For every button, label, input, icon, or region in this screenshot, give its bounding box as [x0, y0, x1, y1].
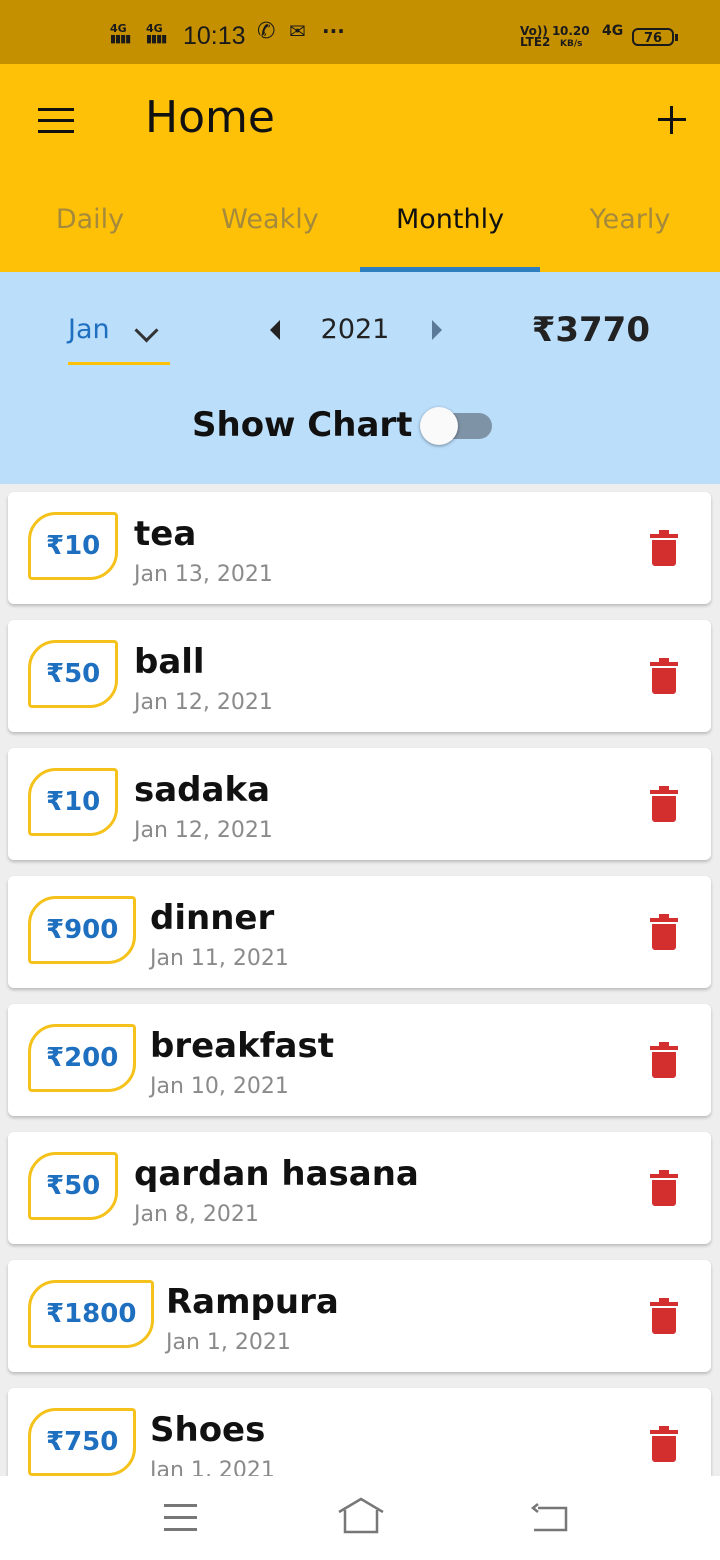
amount-badge: ₹50	[28, 1152, 119, 1220]
chevron-down-icon	[134, 318, 159, 343]
volte-indicator: Vo)) 1 LTE2	[520, 24, 561, 49]
item-title: sadaka	[134, 770, 271, 810]
item-title: Shoes	[150, 1410, 266, 1450]
item-title: ball	[134, 642, 205, 682]
app-bar	[0, 64, 720, 272]
list-item[interactable]: ₹200 breakfast Jan 10, 2021	[8, 1004, 711, 1116]
network-type: 4G	[602, 23, 624, 39]
item-title: breakfast	[150, 1026, 334, 1066]
toggle-knob[interactable]	[420, 407, 458, 445]
network-speed: 0.20 KB/s	[560, 24, 590, 49]
status-time: 10:13	[183, 22, 246, 50]
more-notifications: ···	[322, 19, 345, 43]
expense-list[interactable]: ₹10 tea Jan 13, 2021 ₹50 ball Jan 12, 20…	[0, 484, 720, 1476]
delete-icon[interactable]	[650, 1042, 678, 1078]
month-dropdown-value: Jan	[68, 314, 110, 345]
delete-icon[interactable]	[650, 1170, 678, 1206]
delete-icon[interactable]	[650, 530, 678, 566]
signal-1-icon: 4G ▮▮▮▮	[110, 22, 131, 45]
add-expense-button[interactable]	[656, 104, 688, 136]
year-label: 2021	[320, 314, 390, 345]
battery-icon: 76	[632, 28, 678, 46]
item-date: Jan 8, 2021	[134, 1202, 259, 1227]
tab-weakly[interactable]: Weakly	[180, 204, 360, 235]
amount-badge: ₹10	[28, 512, 119, 580]
item-date: Jan 11, 2021	[150, 946, 289, 971]
filter-panel	[0, 272, 720, 484]
item-date: Jan 1, 2021	[150, 1458, 275, 1476]
show-chart-label: Show Chart	[192, 405, 413, 445]
previous-year-button[interactable]	[270, 320, 280, 340]
page-title: Home	[145, 92, 275, 143]
amount-badge: ₹200	[28, 1024, 137, 1092]
amount-badge: ₹1800	[28, 1280, 155, 1348]
delete-icon[interactable]	[650, 658, 678, 694]
item-title: tea	[134, 514, 197, 554]
month-dropdown[interactable]: Jan	[68, 312, 170, 365]
item-title: Rampura	[166, 1282, 339, 1322]
system-nav-bar	[0, 1476, 720, 1560]
list-item[interactable]: ₹10 sadaka Jan 12, 2021	[8, 748, 711, 860]
amount-badge: ₹900	[28, 896, 137, 964]
tab-daily[interactable]: Daily	[0, 204, 180, 235]
whatsapp-icon: ✆	[257, 19, 276, 44]
amount-badge: ₹750	[28, 1408, 137, 1476]
menu-icon[interactable]	[38, 108, 74, 136]
status-bar: 4G ▮▮▮▮ 4G ▮▮▮▮ 10:13 ✆ ✉ ··· Vo)) 1 LTE2 0…	[0, 0, 720, 64]
home-icon[interactable]	[336, 1496, 386, 1536]
item-date: Jan 13, 2021	[134, 562, 273, 587]
list-item[interactable]: ₹750 Shoes Jan 1, 2021	[8, 1388, 711, 1476]
delete-icon[interactable]	[650, 786, 678, 822]
item-title: dinner	[150, 898, 275, 938]
item-date: Jan 12, 2021	[134, 818, 273, 843]
tab-yearly[interactable]: Yearly	[540, 204, 720, 235]
list-item[interactable]: ₹10 tea Jan 13, 2021	[8, 492, 711, 604]
delete-icon[interactable]	[650, 914, 678, 950]
item-date: Jan 1, 2021	[166, 1330, 291, 1355]
amount-badge: ₹10	[28, 768, 119, 836]
item-date: Jan 10, 2021	[150, 1074, 289, 1099]
item-date: Jan 12, 2021	[134, 690, 273, 715]
amount-badge: ₹50	[28, 640, 119, 708]
mail-icon: ✉	[289, 19, 306, 43]
item-title: qardan hasana	[134, 1154, 419, 1194]
signal-2-icon: 4G ▮▮▮▮	[146, 22, 167, 45]
recent-apps-icon[interactable]	[164, 1504, 197, 1531]
list-item[interactable]: ₹50 ball Jan 12, 2021	[8, 620, 711, 732]
list-item[interactable]: ₹50 qardan hasana Jan 8, 2021	[8, 1132, 711, 1244]
list-item[interactable]: ₹900 dinner Jan 11, 2021	[8, 876, 711, 988]
next-year-button[interactable]	[432, 320, 442, 340]
total-amount: ₹3770	[531, 310, 650, 350]
delete-icon[interactable]	[650, 1298, 678, 1334]
back-icon[interactable]	[530, 1502, 570, 1534]
delete-icon[interactable]	[650, 1426, 678, 1462]
tab-monthly[interactable]: Monthly	[360, 204, 540, 235]
list-item[interactable]: ₹1800 Rampura Jan 1, 2021	[8, 1260, 711, 1372]
